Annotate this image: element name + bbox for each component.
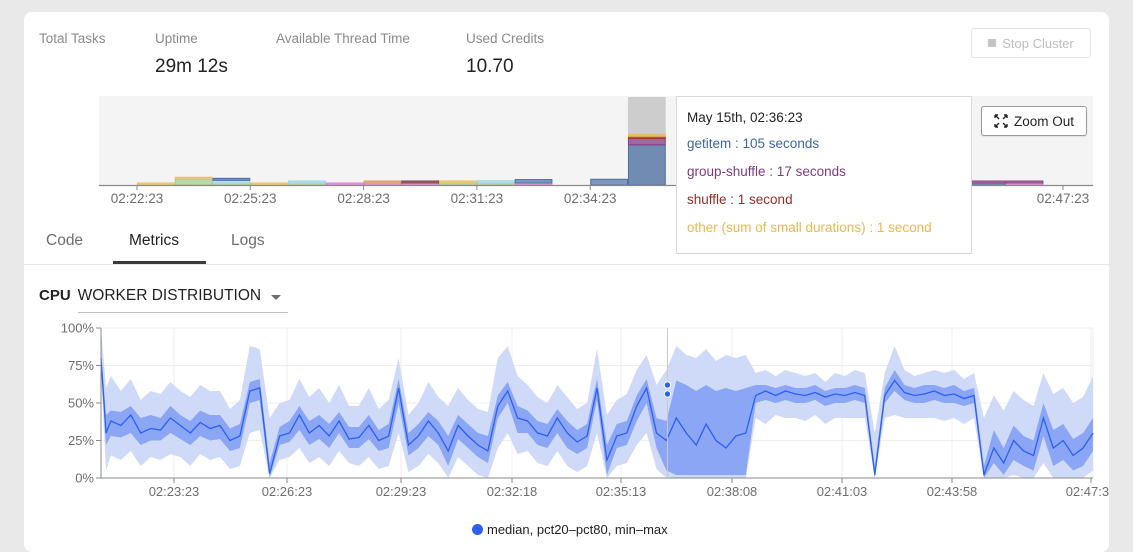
- x-tick-label: 02:23:23: [149, 484, 200, 499]
- x-tick-label: 02:41:03: [817, 484, 868, 499]
- legend-dot-icon: [472, 524, 483, 535]
- legend-label: median, pct20–pct80, min–max: [487, 522, 668, 537]
- cpu-chart[interactable]: 0% 25% 50% 75% 100% 02:23:23 02:26:23 02:29:23 0…: [24, 12, 1109, 512]
- x-tick-label: 02:32:18: [487, 484, 538, 499]
- hover-point-median: [663, 390, 672, 398]
- x-tick-label: 02:29:23: [376, 484, 427, 499]
- y-tick-label: 0%: [75, 471, 94, 486]
- x-tick-label: 02:26:23: [262, 484, 313, 499]
- chart-legend: median, pct20–pct80, min–max: [472, 522, 668, 537]
- y-tick-label: 75%: [68, 358, 94, 373]
- y-tick-label: 50%: [68, 396, 94, 411]
- hover-point-pct80: [663, 381, 672, 389]
- x-tick-label: 02:35:13: [596, 484, 647, 499]
- cluster-panel: Total Tasks Uptime 29m 12s Available Thr…: [24, 12, 1109, 552]
- x-tick-label: 02:38:08: [707, 484, 758, 499]
- y-tick-label: 25%: [68, 433, 94, 448]
- x-tick-label: 02:47:38: [1066, 484, 1109, 499]
- x-tick-label: 02:43:58: [927, 484, 978, 499]
- y-tick-label: 100%: [61, 321, 95, 336]
